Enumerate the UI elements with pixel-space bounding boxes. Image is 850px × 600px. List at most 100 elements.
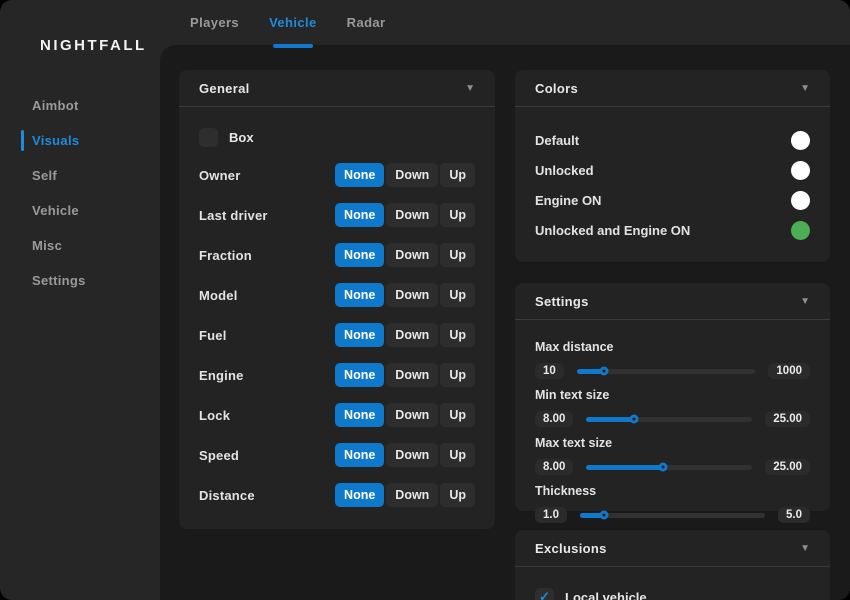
- slider-max-value: 25.00: [765, 411, 810, 427]
- down-button[interactable]: Down: [386, 403, 438, 427]
- tab-radar[interactable]: Radar: [332, 0, 401, 45]
- option-row-fraction: Fraction None Down Up: [179, 235, 495, 275]
- up-button[interactable]: Up: [440, 283, 475, 307]
- option-label: Last driver: [199, 208, 268, 223]
- chevron-down-icon[interactable]: ▼: [800, 543, 810, 554]
- chevron-down-icon[interactable]: ▼: [800, 296, 810, 307]
- none-button[interactable]: None: [335, 203, 384, 227]
- segmented-control: None Down Up: [335, 443, 475, 467]
- slider-thumb[interactable]: [600, 511, 609, 520]
- active-indicator-bar: [21, 130, 24, 151]
- option-row-fuel: Fuel None Down Up: [179, 315, 495, 355]
- none-button[interactable]: None: [335, 363, 384, 387]
- check-icon: ✓: [539, 589, 550, 600]
- none-button[interactable]: None: [335, 283, 384, 307]
- colors-panel: Colors ▼ Default Unlocked Engine ON Unlo…: [515, 70, 830, 262]
- slider-thumb[interactable]: [658, 463, 667, 472]
- slider-min-value: 8.00: [535, 459, 573, 475]
- slider-track[interactable]: [577, 369, 756, 374]
- slider-group-max-text-size: Max text size 8.00 25.00: [535, 436, 810, 478]
- top-tabbar: Players Vehicle Radar: [160, 0, 401, 45]
- slider-track[interactable]: [586, 417, 752, 422]
- tab-players[interactable]: Players: [175, 0, 254, 45]
- slider-track[interactable]: [586, 465, 752, 470]
- slider-max-value: 25.00: [765, 459, 810, 475]
- slider-group-min-text-size: Min text size 8.00 25.00: [535, 388, 810, 430]
- up-button[interactable]: Up: [440, 443, 475, 467]
- option-row-speed: Speed None Down Up: [179, 435, 495, 475]
- none-button[interactable]: None: [335, 403, 384, 427]
- tab-label: Players: [190, 15, 239, 30]
- sidebar-item-visuals[interactable]: Visuals: [0, 123, 160, 158]
- sidebar-item-label: Visuals: [32, 133, 79, 148]
- option-label: Speed: [199, 448, 239, 463]
- down-button[interactable]: Down: [386, 283, 438, 307]
- none-button[interactable]: None: [335, 163, 384, 187]
- tab-label: Vehicle: [269, 15, 317, 30]
- slider-track[interactable]: [580, 513, 765, 518]
- local-vehicle-checkbox[interactable]: ✓: [535, 588, 554, 600]
- color-swatch[interactable]: [791, 161, 810, 180]
- segmented-control: None Down Up: [335, 243, 475, 267]
- down-button[interactable]: Down: [386, 443, 438, 467]
- slider-max-value: 1000: [768, 363, 810, 379]
- box-checkbox[interactable]: ✓: [199, 128, 218, 147]
- color-swatch[interactable]: [791, 221, 810, 240]
- color-row-engine-on: Engine ON: [515, 185, 830, 215]
- slider-label: Max distance: [535, 340, 810, 356]
- segmented-control: None Down Up: [335, 283, 475, 307]
- up-button[interactable]: Up: [440, 403, 475, 427]
- segmented-control: None Down Up: [335, 483, 475, 507]
- sidebar-item-label: Aimbot: [32, 98, 79, 113]
- slider-thumb[interactable]: [599, 367, 608, 376]
- none-button[interactable]: None: [335, 323, 384, 347]
- up-button[interactable]: Up: [440, 243, 475, 267]
- up-button[interactable]: Up: [440, 203, 475, 227]
- none-button[interactable]: None: [335, 443, 384, 467]
- slider-row: 10 1000: [535, 360, 810, 382]
- up-button[interactable]: Up: [440, 363, 475, 387]
- chevron-down-icon[interactable]: ▼: [465, 83, 475, 94]
- chevron-down-icon[interactable]: ▼: [800, 83, 810, 94]
- slider-fill: [586, 417, 634, 422]
- tab-vehicle[interactable]: Vehicle: [254, 0, 332, 45]
- option-label: Lock: [199, 408, 230, 423]
- up-button[interactable]: Up: [440, 163, 475, 187]
- sidebar-item-settings[interactable]: Settings: [0, 263, 160, 298]
- up-button[interactable]: Up: [440, 483, 475, 507]
- sidebar-item-aimbot[interactable]: Aimbot: [0, 88, 160, 123]
- color-swatch[interactable]: [791, 131, 810, 150]
- sidebar: NIGHTFALL Aimbot Visuals Self Vehicle Mi…: [0, 0, 160, 600]
- sidebar-item-self[interactable]: Self: [0, 158, 160, 193]
- option-row-lock: Lock None Down Up: [179, 395, 495, 435]
- option-row-engine: Engine None Down Up: [179, 355, 495, 395]
- sidebar-item-misc[interactable]: Misc: [0, 228, 160, 263]
- settings-panel-header: Settings ▼: [515, 283, 830, 320]
- slider-row: 8.00 25.00: [535, 456, 810, 478]
- slider-thumb[interactable]: [630, 415, 639, 424]
- up-button[interactable]: Up: [440, 323, 475, 347]
- slider-label: Thickness: [535, 484, 810, 500]
- segmented-control: None Down Up: [335, 363, 475, 387]
- down-button[interactable]: Down: [386, 483, 438, 507]
- slider-max-value: 5.0: [778, 507, 810, 523]
- slider-row: 1.0 5.0: [535, 504, 810, 526]
- sidebar-item-vehicle[interactable]: Vehicle: [0, 193, 160, 228]
- none-button[interactable]: None: [335, 483, 384, 507]
- option-row-distance: Distance None Down Up: [179, 475, 495, 515]
- down-button[interactable]: Down: [386, 243, 438, 267]
- down-button[interactable]: Down: [386, 363, 438, 387]
- segmented-control: None Down Up: [335, 163, 475, 187]
- down-button[interactable]: Down: [386, 203, 438, 227]
- color-swatch[interactable]: [791, 191, 810, 210]
- slider-fill: [586, 465, 662, 470]
- sidebar-item-label: Vehicle: [32, 203, 79, 218]
- option-label: Distance: [199, 488, 255, 503]
- sidebar-item-label: Self: [32, 168, 57, 183]
- down-button[interactable]: Down: [386, 323, 438, 347]
- panel-title: Exclusions: [535, 541, 607, 556]
- color-row-unlocked: Unlocked: [515, 155, 830, 185]
- none-button[interactable]: None: [335, 243, 384, 267]
- down-button[interactable]: Down: [386, 163, 438, 187]
- app-window: NIGHTFALL Aimbot Visuals Self Vehicle Mi…: [0, 0, 850, 600]
